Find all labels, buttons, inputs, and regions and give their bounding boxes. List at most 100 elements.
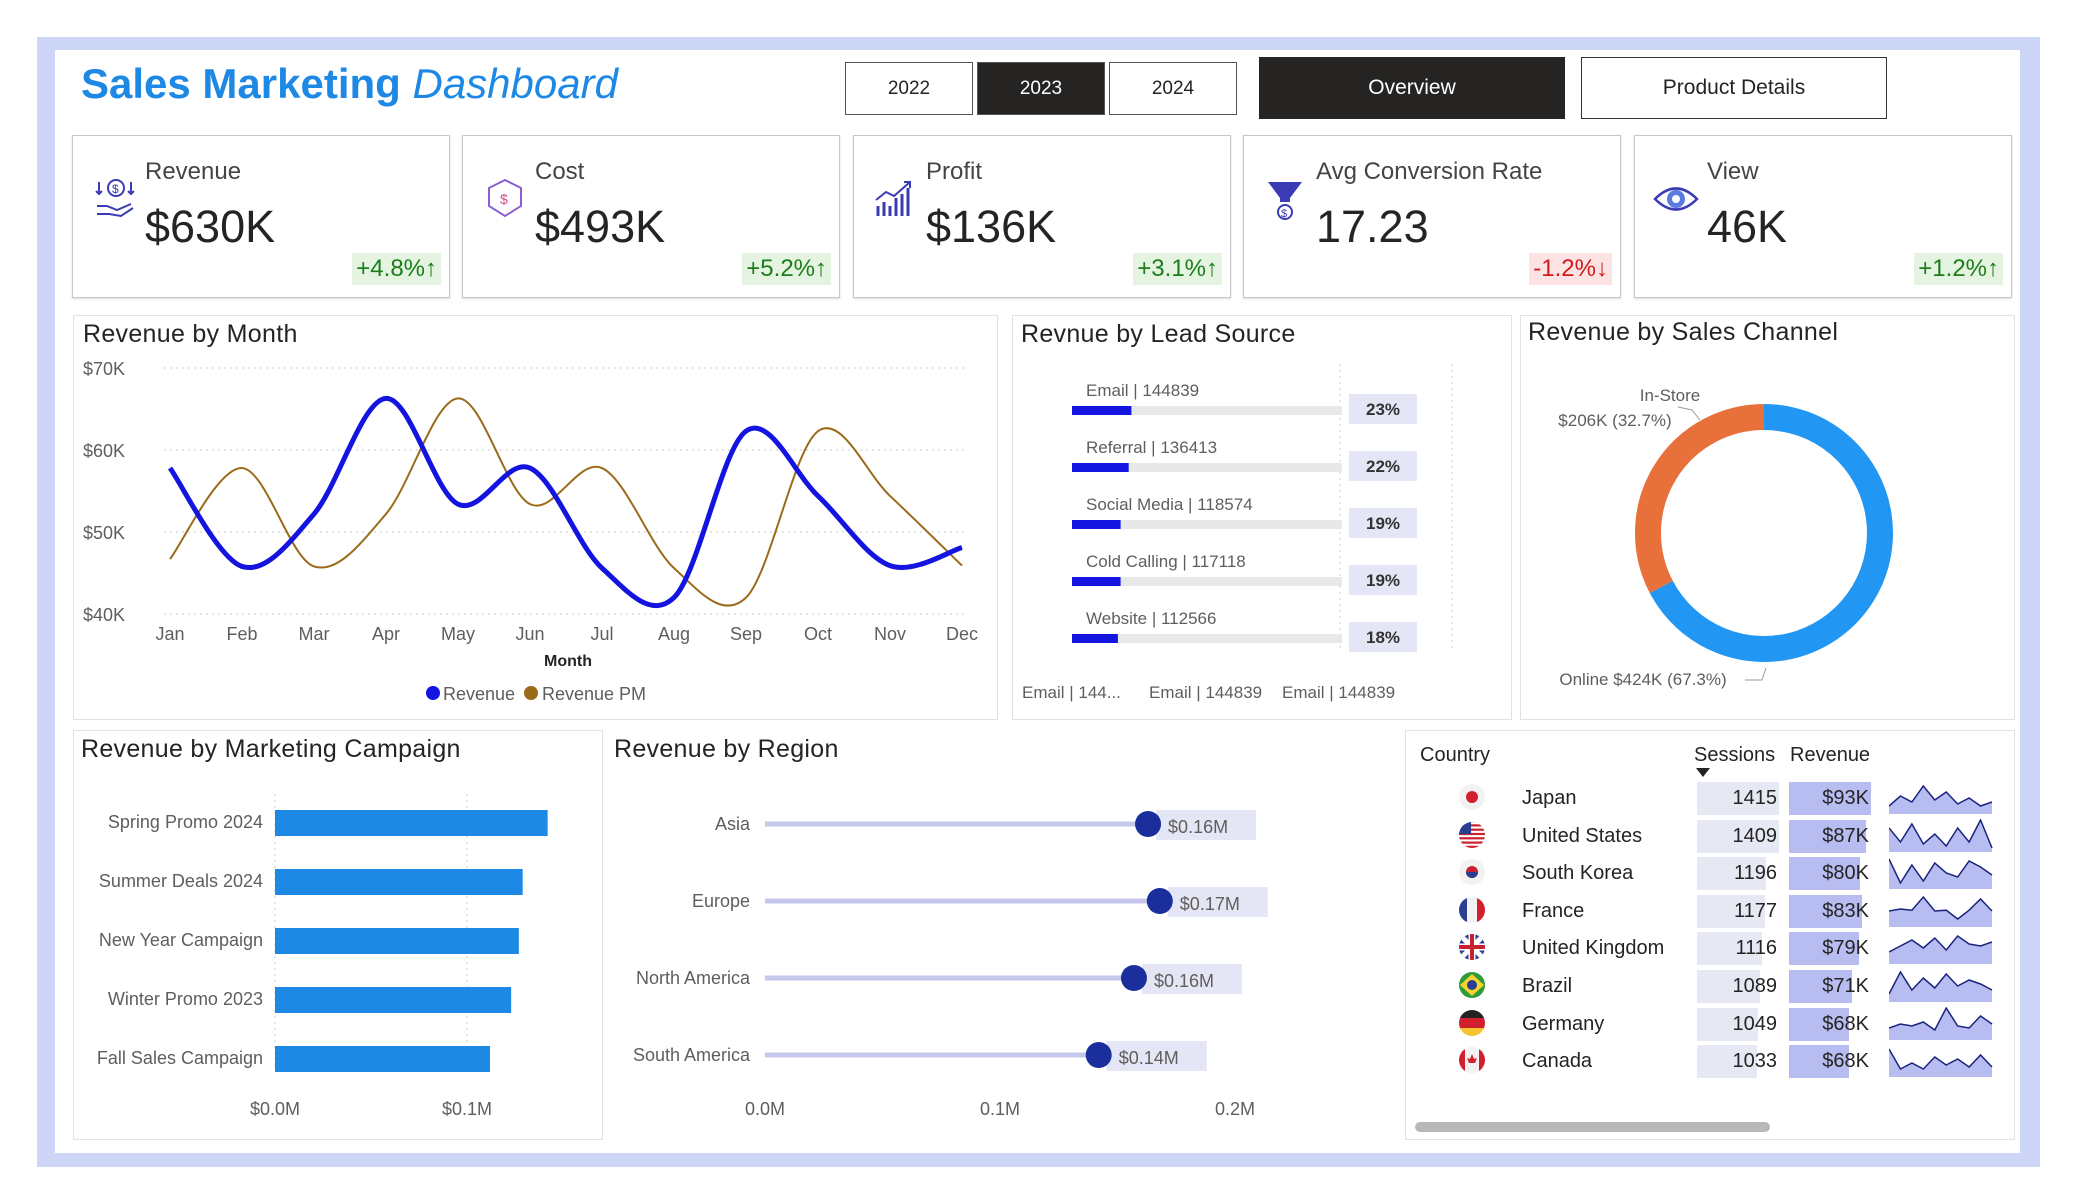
japan-flag-icon [1459,784,1485,810]
legend-revenue-marker [426,686,440,700]
table-row[interactable]: United States 1409 $87K [1405,818,2015,855]
kpi-change: +3.1%↑ [1133,253,1222,285]
table-row[interactable]: South Korea 1196 $80K [1405,855,2015,892]
revenue-value: $80K [1822,862,1869,885]
lead-percent-label: 19% [1366,571,1400,590]
revenue-by-month-chart: $40K $50K $60K $70K Jan Feb Mar Apr May Jun Jul Aug… [83,359,978,704]
region-label: South America [633,1045,751,1065]
horizontal-scrollbar[interactable] [1415,1122,1770,1132]
country-table-body: Japan 1415 $93K United States 1409 $87K South … [1405,780,2015,1090]
campaign-label: Summer Deals 2024 [99,871,263,891]
table-row[interactable]: Japan 1415 $93K [1405,780,2015,817]
revenue-sparkline [1889,818,1993,852]
year-button-2022[interactable]: 2022 [845,62,973,115]
x-tick-label: Oct [804,624,832,644]
revenue-by-month-title: Revenue by Month [83,320,298,348]
column-header-sessions[interactable]: Sessions [1694,744,1775,767]
south-korea-flag-icon [1459,859,1485,886]
revenue-line [167,395,963,609]
table-row[interactable]: United Kingdom 1116 $79K [1405,930,2015,967]
lead-source-label: Website | 112566 [1086,609,1216,628]
country-name: France [1522,899,1585,922]
x-tick-label: 0.2M [1215,1099,1255,1119]
lead-source-title: Revnue by Lead Source [1021,320,1296,348]
revenue-sparkline [1889,1006,1993,1040]
canada-flag-icon [1459,1047,1485,1074]
page-title: Sales Marketing Dashboard [81,60,618,108]
column-header-country[interactable]: Country [1420,744,1490,767]
column-header-revenue[interactable]: Revenue [1790,744,1870,767]
table-row[interactable]: Canada 1033 $68K [1405,1043,2015,1080]
kpi-change: +4.8%↑ [352,253,441,285]
region-dot [1085,1042,1112,1068]
region-dot [1120,965,1147,991]
revenue-value: $93K [1822,787,1869,809]
online-leader-line [1745,667,1767,681]
instore-slice [1635,404,1765,593]
kpi-card-revenue: $ Revenue $630K +4.8%↑ [72,135,450,298]
lead-source-label: Social Media | 118574 [1086,495,1253,514]
country-name: Canada [1522,1050,1593,1073]
sessions-value: 1409 [1732,824,1778,847]
x-tick-label: 0.0M [745,1099,785,1119]
x-tick-label: Mar [299,624,330,644]
kpi-label: View [1707,158,1759,185]
campaign-title: Revenue by Marketing Campaign [81,735,461,763]
revenue-pm-line [169,397,963,607]
x-tick-label: $0.1M [442,1099,492,1119]
year-button-2023[interactable]: 2023 [977,62,1105,115]
table-row[interactable]: Brazil 1089 $71K [1405,968,2015,1005]
lead-source-label: Cold Calling | 117118 [1086,552,1246,571]
country-name: Japan [1522,787,1577,809]
region-value-label: $0.17M [1180,894,1240,914]
sparkline-area [1889,896,1992,927]
lead-source-label: Referral | 136413 [1086,438,1217,457]
region-value-label: $0.16M [1168,817,1228,837]
region-value-label: $0.16M [1154,971,1214,991]
instore-leader-line [1677,406,1701,421]
kpi-change: +5.2%↑ [742,253,831,285]
x-tick-label: Aug [658,624,690,644]
overview-nav-button[interactable]: Overview [1259,57,1565,119]
revenue-value: $68K [1822,1012,1869,1035]
y-tick-label: $50K [83,523,125,543]
table-row[interactable]: France 1177 $83K [1405,893,2015,930]
legend-revenue-label: Revenue [443,684,515,704]
country-name: South Korea [1522,862,1634,885]
y-tick-label: $40K [83,605,125,625]
brazil-flag-icon [1459,972,1485,998]
revenue-value: $83K [1822,899,1869,922]
revenue-sparkline [1889,1048,1993,1078]
kpi-value: $630K [145,201,276,252]
cost-tag-icon: $ [488,178,522,218]
lead-bar [1072,406,1132,415]
kpi-card-cost: $ Cost $493K +5.2%↑ [462,135,840,298]
campaign-label: Spring Promo 2024 [108,812,263,832]
y-tick-label: $70K [83,359,125,379]
sparkline-area [1889,786,1992,814]
sales-channel-title: Revenue by Sales Channel [1528,318,1839,346]
svg-text:$: $ [500,191,508,207]
instore-value-label: $206K (32.7%) [1558,411,1671,430]
region-chart: 0.0M 0.1M 0.2M Asia $0.16M Europe $0.17M North … [633,810,1268,1119]
country-name: United Kingdom [1522,937,1665,960]
title-bold: Sales Marketing [81,60,401,107]
legend-revenue-pm-label: Revenue PM [542,684,646,704]
legend-revenue-pm-marker [524,686,538,700]
lead-bar [1072,520,1121,529]
x-tick-label: Jun [515,624,544,644]
x-tick-label: Nov [874,624,906,644]
product-details-nav-button[interactable]: Product Details [1581,57,1887,119]
x-tick-label: Jan [155,624,184,644]
year-button-2024[interactable]: 2024 [1109,62,1237,115]
table-row[interactable]: Germany 1049 $68K [1405,1006,2015,1043]
x-tick-label: Sep [730,624,762,644]
campaign-bar [275,987,512,1013]
x-tick-label: Dec [946,624,978,644]
x-tick-label: May [441,624,475,644]
sessions-value: 1049 [1732,1012,1778,1035]
instore-label: In-Store [1640,386,1700,405]
eye-icon [1653,187,1699,211]
lead-percent-label: 23% [1366,400,1400,419]
region-value-label: $0.14M [1119,1048,1179,1068]
